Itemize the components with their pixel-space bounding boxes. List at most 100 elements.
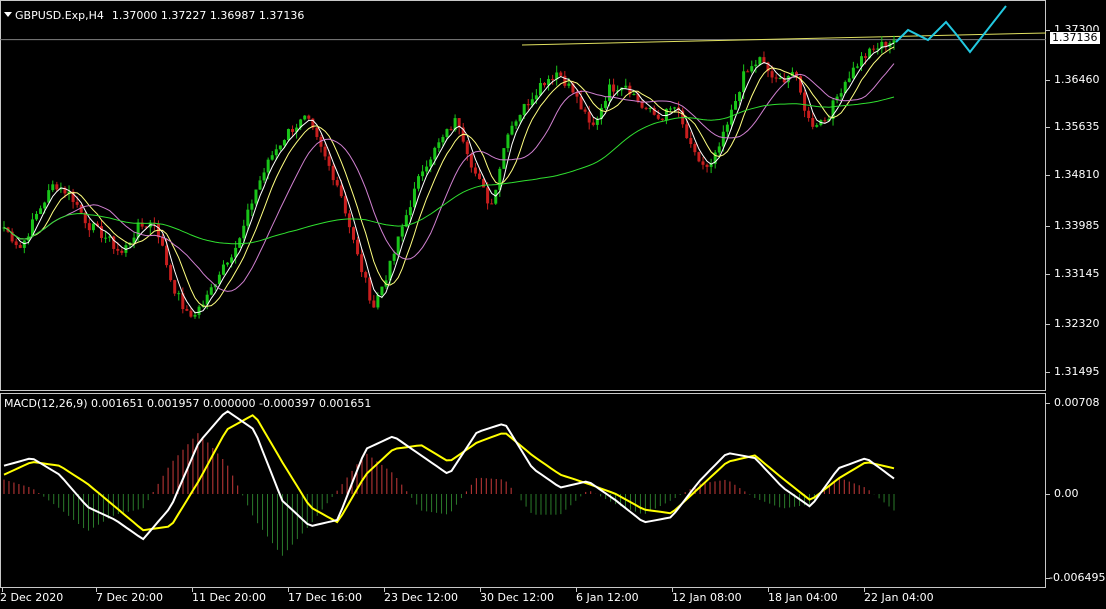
candle-body (689, 138, 693, 145)
ma-long-line (3, 96, 895, 245)
price-tick: 1.36460 (1054, 73, 1100, 86)
candle-body (441, 137, 445, 143)
candle-body (518, 114, 522, 122)
price-tick: 1.33145 (1054, 267, 1100, 280)
candle-body (693, 144, 697, 153)
candle-body (762, 57, 766, 63)
candle-body (624, 85, 628, 88)
candle-body (160, 237, 164, 246)
candle-body (717, 146, 721, 153)
candle-body (266, 159, 270, 173)
current-price-tag: 1.37136 (1049, 31, 1101, 45)
time-label: 12 Jan 08:00 (672, 591, 742, 604)
candle-body (282, 140, 286, 146)
candle-body (425, 166, 429, 172)
candle-body (774, 77, 778, 79)
candle-body (725, 124, 729, 132)
candle-body (697, 152, 701, 162)
candle-body (583, 109, 587, 112)
candle-body (579, 96, 583, 110)
candle-body (421, 171, 425, 177)
candle-body (864, 56, 868, 58)
candle-body (892, 40, 896, 44)
trend-line (521, 32, 1047, 46)
candle-body (855, 66, 859, 68)
candle-body (209, 287, 213, 295)
candle-body (673, 107, 677, 109)
candle-body (632, 94, 636, 96)
candle-body (567, 83, 571, 86)
candle-body (315, 127, 319, 137)
candle-body (473, 167, 477, 174)
candle-body (734, 101, 738, 110)
candle-body (43, 202, 47, 209)
price-tick: 1.33985 (1054, 219, 1100, 232)
candle-body (778, 78, 782, 80)
candle-body (742, 71, 746, 93)
candle-body (226, 262, 230, 265)
candle-body (648, 107, 652, 109)
candle-body (815, 125, 819, 127)
candle-body (705, 164, 709, 167)
candle-body (754, 64, 758, 67)
candle-body (608, 84, 612, 101)
candle-body (258, 180, 262, 190)
candle-body (286, 128, 290, 141)
candle-body (372, 300, 376, 308)
candle-body (701, 161, 705, 165)
macd-tick: 0.00708 (1054, 396, 1100, 409)
price-tick: 1.35635 (1054, 120, 1100, 133)
candle-body (364, 272, 368, 278)
candle-body (811, 118, 815, 127)
candle-body (660, 118, 664, 120)
time-label: 6 Jan 12:00 (576, 591, 639, 604)
candle-body (847, 78, 851, 82)
candle-body (729, 109, 733, 125)
candle-body (412, 188, 416, 208)
candle-body (437, 142, 441, 148)
candle-body (331, 165, 335, 181)
candle-body (591, 122, 595, 125)
candle-body (477, 173, 481, 180)
candle-body (534, 95, 538, 100)
candle-body (587, 111, 591, 123)
candle-body (506, 134, 510, 149)
candle-body (120, 250, 124, 253)
candle-body (238, 238, 242, 248)
candle-body (872, 48, 876, 50)
candle-body (177, 293, 181, 295)
candle-body (575, 92, 579, 97)
candle-body (465, 141, 469, 155)
time-label: 2 Dec 2020 (0, 591, 64, 604)
candle-body (221, 264, 225, 275)
candle-body (543, 82, 547, 86)
candle-body (376, 295, 380, 308)
candle-body (193, 314, 197, 317)
candle-body (169, 265, 173, 281)
candle-body (510, 125, 514, 135)
candle-body (230, 257, 234, 263)
forecast-zigzag (895, 5, 1007, 54)
candle-body (75, 201, 79, 205)
candle-body (417, 176, 421, 189)
candle-body (262, 172, 266, 181)
candle-body (603, 100, 607, 108)
candle-body (668, 108, 672, 110)
candle-body (408, 207, 412, 216)
candle-body (278, 145, 282, 150)
candle-body (351, 227, 355, 240)
price-tick: 1.34810 (1054, 168, 1100, 181)
candle-body (303, 115, 307, 120)
candle-body (803, 92, 807, 111)
candle-body (47, 190, 51, 203)
candle-body (356, 239, 360, 255)
candle-body (87, 223, 91, 231)
candle-body (104, 237, 108, 239)
ma-mid-line (3, 46, 895, 307)
candle-body (274, 149, 278, 156)
candle-body (165, 245, 169, 266)
candle-body (335, 180, 339, 186)
time-label: 11 Dec 20:00 (192, 591, 266, 604)
macd-tick: 0.00 (1054, 487, 1079, 500)
time-label: 30 Dec 12:00 (480, 591, 554, 604)
